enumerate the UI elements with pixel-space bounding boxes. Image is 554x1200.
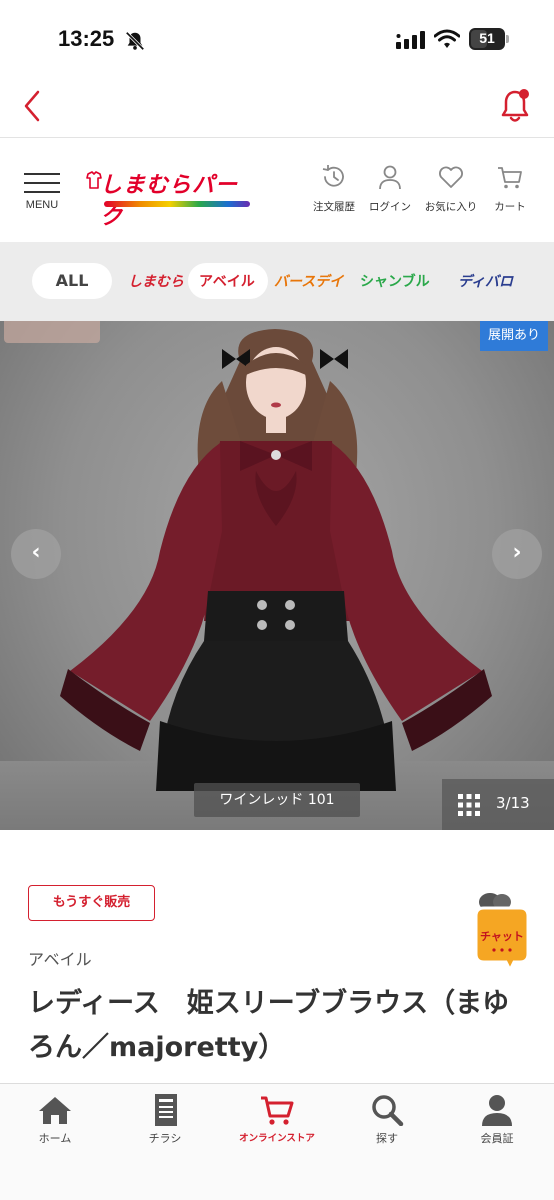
grid-icon: [458, 794, 480, 816]
site-header: MENU しまむらパーク 注文履歴 ログイン お気に入り カート: [0, 139, 554, 242]
chat-bubble-icon: チャット: [474, 893, 530, 974]
color-variant-label: ワインレッド 101: [194, 783, 360, 817]
nav-online-store-label: オンラインストア: [239, 1133, 315, 1144]
product-image-carousel[interactable]: 展開あり ‹ › ワインレッド 101 3/13: [0, 321, 554, 830]
brand-filter-avail[interactable]: アベイル: [199, 271, 255, 291]
battery-percent: 51: [479, 30, 495, 46]
menu-button[interactable]: MENU: [22, 173, 62, 223]
login-button[interactable]: ログイン: [362, 163, 418, 219]
logo-rainbow-stripe: [104, 201, 250, 207]
product-photo-model: [60, 329, 492, 791]
brand-filter-shimamura[interactable]: しまむら: [128, 271, 184, 291]
logo-text: しまむらパーク: [100, 173, 239, 230]
app-bar: [0, 76, 554, 138]
favorites-label: お気に入り: [424, 201, 478, 213]
signal-icon: [396, 31, 425, 49]
order-history-button[interactable]: 注文履歴: [306, 163, 362, 219]
expand-badge: 展開あり: [480, 321, 548, 351]
product-title: レディース 姫スリーブブラウス（まゆろん／majoretty）: [28, 988, 510, 1063]
back-button[interactable]: [18, 88, 48, 124]
site-logo[interactable]: しまむらパーク: [86, 165, 252, 230]
brand-filter-birthday[interactable]: バースデイ: [274, 271, 343, 291]
chevron-right-icon: ›: [512, 540, 522, 565]
chevron-left-icon: ‹: [31, 540, 41, 565]
notification-bell-icon[interactable]: [498, 86, 532, 126]
history-icon: [322, 165, 344, 187]
nav-home[interactable]: ホーム: [5, 1094, 105, 1158]
flyer-icon: [155, 1094, 177, 1126]
chat-button[interactable]: チャット: [470, 892, 532, 974]
brand-filter-all[interactable]: ALL: [32, 263, 112, 299]
prev-image-button[interactable]: ‹: [11, 529, 61, 579]
home-icon: [39, 1097, 71, 1124]
nav-search-label: 探す: [376, 1132, 398, 1145]
cart-icon: [498, 167, 522, 189]
nav-search[interactable]: 探す: [337, 1094, 437, 1158]
user-icon: [379, 165, 401, 190]
status-badge: もうすぐ販売: [28, 885, 155, 921]
cart-icon: [261, 1096, 294, 1125]
image-grid-button[interactable]: 3/13: [442, 779, 554, 830]
member-icon: [482, 1095, 512, 1126]
cart-button[interactable]: カート: [482, 163, 538, 219]
corner-tag: [4, 321, 100, 343]
bell-off-icon: [125, 31, 145, 51]
nav-online-store[interactable]: オンラインストア: [227, 1094, 327, 1158]
battery-indicator: 51: [469, 28, 509, 50]
order-history-label: 注文履歴: [313, 201, 355, 213]
search-icon: [372, 1095, 404, 1126]
status-bar: 13:25 51: [0, 0, 554, 76]
menu-label: MENU: [25, 199, 59, 211]
nav-member-card[interactable]: 会員証: [447, 1094, 547, 1158]
bottom-navigation: ホーム チラシ オンラインストア 探す 会員証: [0, 1083, 554, 1200]
brand-filter-bar: ALL しまむら アベイル バースデイ シャンブル ディバロ: [0, 242, 554, 321]
favorites-button[interactable]: お気に入り: [423, 163, 479, 219]
login-label: ログイン: [369, 201, 411, 213]
brand-filter-divalo[interactable]: ディバロ: [458, 271, 513, 291]
wifi-icon: [434, 29, 460, 48]
nav-home-label: ホーム: [38, 1132, 72, 1145]
cart-label: カート: [494, 201, 526, 213]
heart-icon: [439, 166, 463, 188]
next-image-button[interactable]: ›: [492, 529, 542, 579]
status-time: 13:25: [58, 26, 115, 51]
nav-flyer[interactable]: チラシ: [115, 1094, 215, 1158]
nav-flyer-label: チラシ: [148, 1132, 182, 1145]
image-counter: 3/13: [496, 794, 530, 812]
chat-label: チャット: [480, 930, 524, 943]
nav-member-card-label: 会員証: [480, 1132, 514, 1145]
brand-filter-chambre[interactable]: シャンブル: [360, 271, 430, 291]
product-brand[interactable]: アベイル: [28, 946, 92, 970]
